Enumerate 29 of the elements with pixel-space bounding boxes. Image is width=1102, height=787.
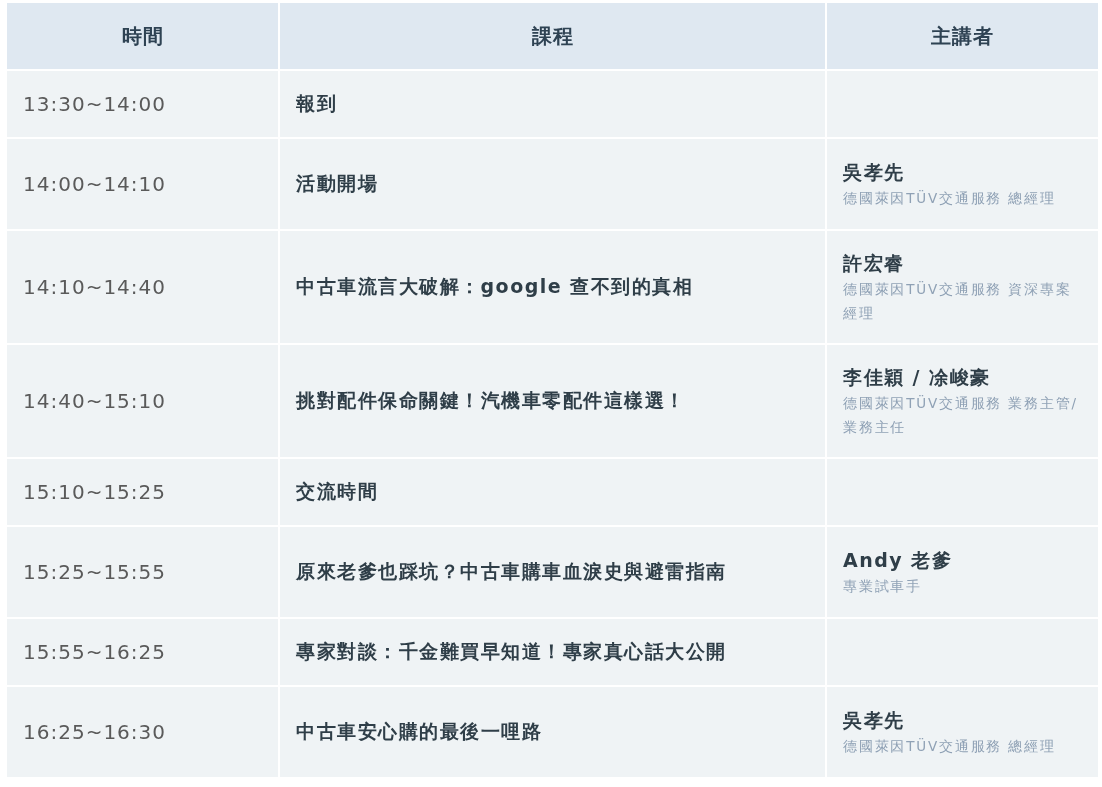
time-text: 15:25~15:55 (23, 560, 167, 584)
time-text: 16:25~16:30 (23, 720, 167, 744)
speaker-name: 許宏睿 (843, 251, 906, 276)
time-text: 14:10~14:40 (23, 275, 167, 299)
speaker-name: 李佳穎 / 凃峻豪 (843, 365, 992, 390)
speaker-role: 德國萊因TÜV交通服務 總經理 (843, 189, 1057, 208)
speaker-name: Andy 老爹 (843, 548, 954, 573)
speaker-role: 德國萊因TÜV交通服務 資深專案經理 (843, 280, 1073, 323)
course-title: 挑對配件保命關鍵！汽機車零配件這樣選！ (296, 389, 686, 411)
course-title: 交流時間 (296, 480, 378, 502)
course-title: 中古車安心購的最後一哩路 (296, 720, 542, 742)
time-text: 15:10~15:25 (23, 480, 167, 504)
time-text: 14:00~14:10 (23, 172, 167, 196)
speaker-name: 吳孝先 (843, 160, 906, 185)
course-title: 專家對談：千金難買早知道！專家真心話大公開 (296, 640, 727, 662)
course-title: 活動開場 (296, 172, 378, 194)
speaker-name: 吳孝先 (843, 708, 906, 733)
column-header: 主講者 (827, 3, 1098, 69)
time-text: 14:40~15:10 (23, 389, 167, 413)
course-title: 報到 (296, 92, 337, 114)
speaker-role: 德國萊因TÜV交通服務 業務主管/ 業務主任 (843, 394, 1079, 437)
column-header: 時間 (7, 3, 278, 69)
column-header: 課程 (280, 3, 825, 69)
time-text: 13:30~14:00 (23, 92, 167, 116)
time-text: 15:55~16:25 (23, 640, 167, 664)
speaker-role: 德國萊因TÜV交通服務 總經理 (843, 737, 1057, 756)
course-title: 原來老爹也踩坑？中古車購車血淚史與避雷指南 (296, 560, 727, 582)
speaker-role: 專業試車手 (843, 577, 923, 596)
course-title: 中古車流言大破解：google 查不到的真相 (296, 275, 694, 297)
